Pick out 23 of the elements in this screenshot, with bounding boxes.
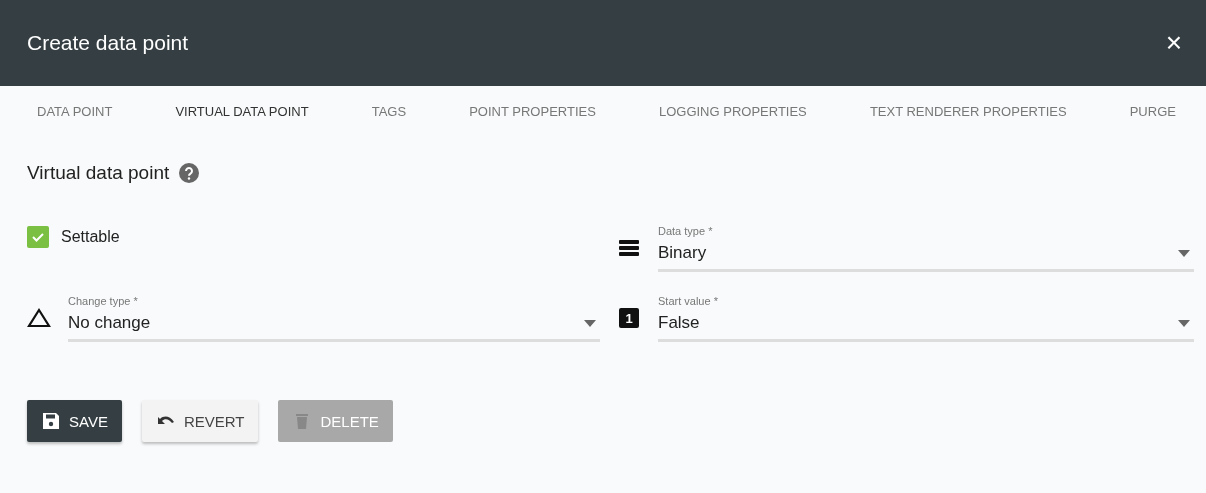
- select-field[interactable]: Data type * Binary: [658, 225, 1194, 272]
- revert-button[interactable]: REVERT: [141, 400, 259, 442]
- tab[interactable]: LOGGING PROPERTIES: [658, 102, 807, 120]
- tab[interactable]: TAGS: [371, 102, 407, 120]
- number-icon: 1: [619, 308, 639, 328]
- tab[interactable]: TEXT RENDERER PROPERTIES: [869, 102, 1067, 120]
- select-field[interactable]: Change type * No change: [68, 295, 600, 342]
- close-button[interactable]: ×: [1161, 29, 1186, 57]
- help-icon: [179, 163, 200, 183]
- tab[interactable]: VIRTUAL DATA POINT: [175, 102, 309, 120]
- window-title: Create data point: [27, 31, 189, 55]
- caret-icon: [584, 319, 596, 327]
- save-button[interactable]: SAVE: [27, 400, 122, 442]
- triangle-icon: [27, 306, 51, 330]
- checkbox-label: Settable: [61, 228, 120, 246]
- tab[interactable]: DATA POINT: [37, 102, 113, 120]
- checkbox[interactable]: [27, 226, 49, 248]
- caret-icon: [1178, 319, 1190, 327]
- tab[interactable]: PURGE: [1129, 102, 1176, 120]
- tab[interactable]: POINT PROPERTIES: [469, 102, 596, 120]
- select-field[interactable]: Start value * False: [658, 295, 1194, 342]
- section-title: Virtual data point: [27, 162, 170, 184]
- caret-icon: [1178, 249, 1190, 257]
